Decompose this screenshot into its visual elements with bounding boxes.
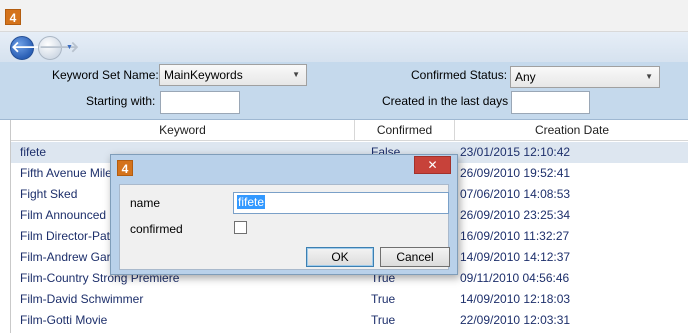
creation-date-cell: 07/06/2010 14:08:53 <box>460 187 571 201</box>
confirmed-status-value: Any <box>515 70 536 84</box>
creation-date-cell: 26/09/2010 23:25:34 <box>460 208 571 222</box>
cancel-button[interactable]: Cancel <box>380 247 450 267</box>
chevron-down-icon: ▼ <box>645 72 653 81</box>
column-header-keyword[interactable]: Keyword <box>11 120 355 141</box>
close-button[interactable]: ✕ <box>414 156 451 174</box>
dialog-title-bar[interactable]: 4 ✕ <box>111 155 457 183</box>
grid-header: Keyword Confirmed Creation Date <box>11 120 688 141</box>
created-last-days-label: Created in the last days <box>382 94 509 108</box>
back-button[interactable]: 🡐 <box>10 36 52 60</box>
confirmed-status-label: Confirmed Status: <box>411 68 508 82</box>
history-dropdown-icon[interactable]: ▼ <box>66 44 73 51</box>
keyword-set-label: Keyword Set Name: <box>52 68 159 82</box>
creation-date-cell: 16/09/2010 11:32:27 <box>460 229 570 243</box>
creation-date-cell: 14/09/2010 12:18:03 <box>460 292 571 306</box>
name-input-value: fifete <box>237 195 266 209</box>
app-logo: 4 <box>5 9 21 25</box>
created-last-days-input[interactable] <box>511 91 590 114</box>
keyword-set-select[interactable]: MainKeywords ▼ <box>159 64 307 86</box>
creation-date-cell: 09/11/2010 04:56:46 <box>460 271 570 285</box>
confirmed-checkbox[interactable] <box>234 221 247 234</box>
creation-date-cell: 23/01/2015 12:10:42 <box>460 145 571 159</box>
name-input[interactable]: fifete <box>233 192 449 214</box>
keyword-set-value: MainKeywords <box>164 68 243 82</box>
confirmed-label: confirmed <box>130 222 183 236</box>
chevron-down-icon: ▼ <box>292 70 300 79</box>
table-row[interactable]: Film-David Schwimmer True 14/09/2010 12:18… <box>11 289 688 310</box>
creation-date-cell: 26/09/2010 19:52:41 <box>460 166 571 180</box>
column-header-creation-date[interactable]: Creation Date <box>455 120 688 141</box>
dialog-body: name fifete confirmed OK Cancel <box>119 184 450 270</box>
navigation-toolbar: 🡐 🡒 ▼ <box>0 32 688 62</box>
edit-keyword-dialog: 4 ✕ name fifete confirmed OK Cancel <box>110 154 458 275</box>
starting-with-label: Starting with: <box>86 94 156 108</box>
forward-button[interactable]: 🡒 <box>38 36 80 60</box>
creation-date-cell: 14/09/2010 14:12:37 <box>460 250 571 264</box>
dialog-app-logo: 4 <box>117 160 133 176</box>
table-row[interactable]: Film-Gotti Movie True 22/09/2010 12:03:31 <box>11 310 688 331</box>
column-header-confirmed[interactable]: Confirmed <box>355 120 455 141</box>
window-title-bar: 4 <box>0 0 688 32</box>
starting-with-input[interactable] <box>160 91 240 114</box>
ok-button[interactable]: OK <box>306 247 374 267</box>
keyword-cell: Film-Gotti Movie <box>20 313 108 327</box>
back-arrow-icon: 🡐 <box>11 39 52 56</box>
confirmed-status-select[interactable]: Any ▼ <box>510 66 660 88</box>
confirmed-cell: True <box>371 313 396 327</box>
name-label: name <box>130 196 161 210</box>
creation-date-cell: 22/09/2010 12:03:31 <box>460 313 571 327</box>
close-icon: ✕ <box>427 158 438 172</box>
filter-panel: Keyword Set Name: MainKeywords ▼ Startin… <box>0 62 688 120</box>
confirmed-cell: True <box>371 292 396 306</box>
forward-arrow-icon: 🡒 <box>39 39 80 56</box>
keyword-cell: Film-David Schwimmer <box>20 292 144 306</box>
